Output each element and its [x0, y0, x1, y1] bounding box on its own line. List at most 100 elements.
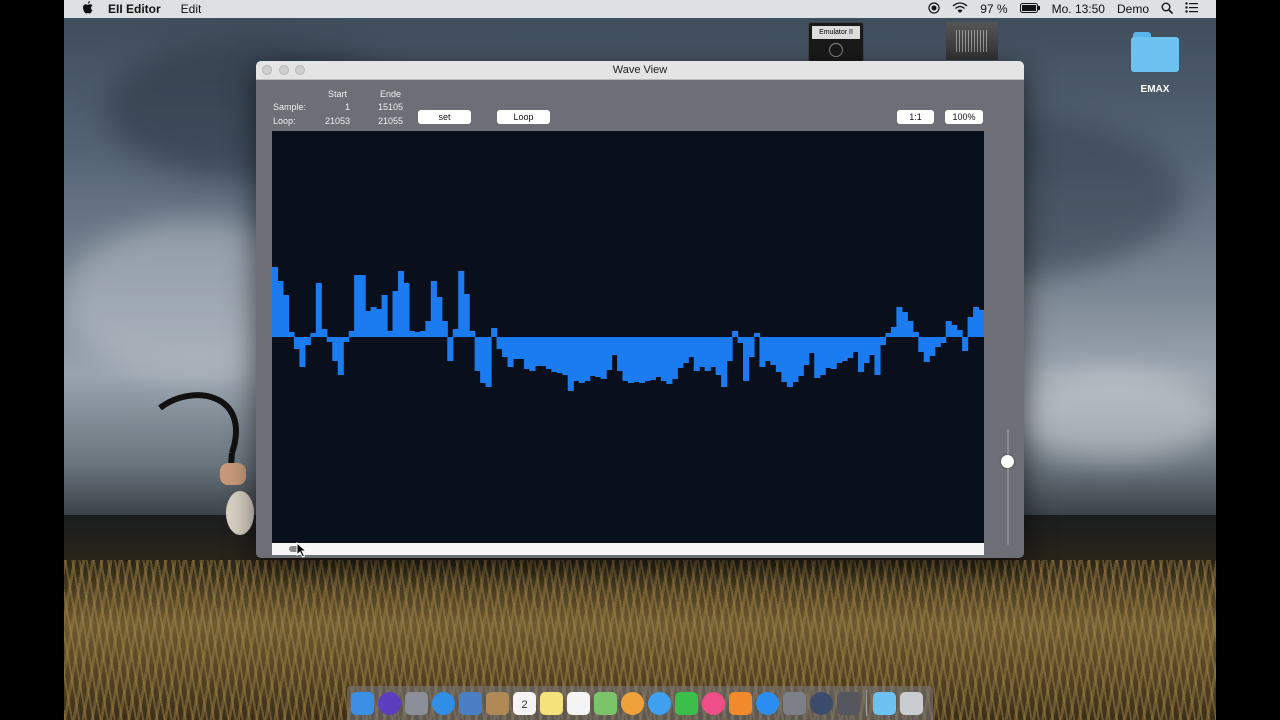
- waveform-bar: [600, 337, 607, 379]
- window-titlebar[interactable]: Wave View: [256, 61, 1024, 80]
- volume-slider-track[interactable]: [1007, 429, 1009, 545]
- wave-thumbnail: [956, 30, 988, 52]
- finder-icon[interactable]: [351, 691, 374, 715]
- waveform-bar: [288, 332, 295, 337]
- set-button[interactable]: set: [418, 110, 471, 124]
- waveform-bar: [737, 337, 744, 343]
- maps-icon[interactable]: [594, 691, 617, 715]
- calendar-icon[interactable]: 2: [513, 691, 536, 715]
- waveform-bar: [868, 337, 876, 355]
- waveform-bar: [781, 337, 788, 382]
- waveform-bar: [403, 283, 410, 337]
- itunes-icon[interactable]: [702, 691, 725, 715]
- waveform-bar: [354, 275, 361, 337]
- notification-center-icon[interactable]: [1185, 2, 1198, 16]
- sample-end-value: 15105: [377, 102, 403, 112]
- zoom-100-button[interactable]: 100%: [945, 110, 983, 124]
- waveform-bar: [699, 337, 706, 367]
- ibooks-icon[interactable]: [729, 691, 752, 715]
- user-menu[interactable]: Demo: [1117, 2, 1149, 16]
- waveform-bar: [408, 331, 415, 337]
- contacts-icon[interactable]: [486, 691, 509, 715]
- waveform-bar: [359, 275, 366, 337]
- waveform-bar: [523, 337, 531, 369]
- battery-icon[interactable]: [1019, 2, 1040, 16]
- notes-icon[interactable]: [540, 691, 563, 715]
- loop-button[interactable]: Loop: [497, 110, 550, 124]
- waveform-bar: [885, 333, 892, 337]
- trash-icon[interactable]: [900, 691, 923, 715]
- appstore-icon[interactable]: [756, 691, 779, 715]
- waveform-bar: [606, 337, 613, 370]
- siri-icon[interactable]: [378, 691, 401, 715]
- screen-record-icon[interactable]: [928, 1, 940, 17]
- folder-label: EMAX: [1140, 84, 1170, 95]
- waveform-bar: [803, 337, 810, 365]
- waveform-bar: [381, 295, 388, 337]
- emax-folder[interactable]: EMAX: [1126, 32, 1184, 95]
- sample-start-value: 1: [344, 102, 350, 112]
- downloads-folder-icon[interactable]: [873, 691, 896, 715]
- messages-icon[interactable]: [648, 691, 671, 715]
- waveform-bar: [392, 291, 399, 337]
- waveform-bar: [628, 337, 635, 383]
- volume-slider-knob[interactable]: [1001, 455, 1014, 469]
- waveform-bar: [951, 325, 958, 337]
- waveform-bar: [940, 337, 947, 343]
- minimize-window-icon[interactable]: [279, 65, 289, 75]
- emulator-disk-icon[interactable]: Emulator II: [808, 22, 864, 62]
- waveform-display[interactable]: [272, 131, 984, 543]
- launchpad-icon[interactable]: [405, 691, 428, 715]
- waveform-bar: [830, 337, 837, 369]
- waveform-bar: [622, 337, 629, 381]
- waveform-bar: [907, 321, 914, 337]
- waveform-bar: [693, 337, 700, 371]
- waveform-bar: [496, 337, 503, 349]
- waveform-bar: [814, 337, 821, 378]
- waveform-bar: [529, 337, 536, 371]
- waveform-bar: [770, 337, 777, 365]
- waveform-bar: [748, 337, 755, 357]
- waveform-bar: [304, 337, 311, 345]
- wave-document-icon[interactable]: [946, 22, 998, 60]
- waveform-bar: [469, 331, 476, 337]
- reminders-icon[interactable]: [567, 691, 590, 715]
- safari-icon[interactable]: [432, 691, 455, 715]
- waveform-bar: [841, 337, 848, 361]
- zoom-window-icon[interactable]: [295, 65, 305, 75]
- quicktime-icon[interactable]: [810, 691, 833, 715]
- battery-percent[interactable]: 97 %: [980, 2, 1007, 16]
- waveform-bar: [595, 337, 602, 377]
- facetime-icon[interactable]: [675, 691, 698, 715]
- waveform-bar: [945, 321, 952, 337]
- waveform-bar: [419, 331, 426, 337]
- edit-menu[interactable]: Edit: [181, 2, 202, 16]
- waveform-bar: [414, 332, 421, 337]
- waveform-bar: [874, 337, 881, 375]
- apple-menu-icon[interactable]: [80, 1, 94, 17]
- spotlight-search-icon[interactable]: [1161, 2, 1174, 17]
- app-menu[interactable]: EII Editor: [108, 2, 161, 16]
- waveform-bar: [677, 337, 684, 368]
- waveform-bar: [759, 337, 766, 367]
- waveform-bar: [480, 337, 487, 383]
- system-preferences-icon[interactable]: [783, 691, 806, 715]
- horizontal-scrollbar[interactable]: [272, 543, 984, 555]
- clock[interactable]: Mo. 13:50: [1052, 2, 1105, 16]
- waveform-bar: [688, 337, 695, 357]
- waveform-bar: [567, 337, 574, 391]
- waveform-bar: [918, 337, 925, 352]
- wifi-icon[interactable]: [952, 1, 968, 17]
- photos-icon[interactable]: [621, 691, 644, 715]
- photo-browser-icon[interactable]: [459, 691, 482, 715]
- waveform-bar: [282, 295, 290, 337]
- eii-editor-icon[interactable]: [837, 691, 860, 715]
- ratio-1-1-button[interactable]: 1:1: [897, 110, 934, 124]
- start-header: Start: [328, 89, 348, 99]
- close-window-icon[interactable]: [262, 65, 272, 75]
- waveform-bar: [704, 337, 711, 371]
- waveform-bar: [348, 331, 355, 337]
- waveform-bar: [743, 337, 750, 381]
- dock: 2: [347, 686, 933, 720]
- waveform-bar: [660, 337, 667, 381]
